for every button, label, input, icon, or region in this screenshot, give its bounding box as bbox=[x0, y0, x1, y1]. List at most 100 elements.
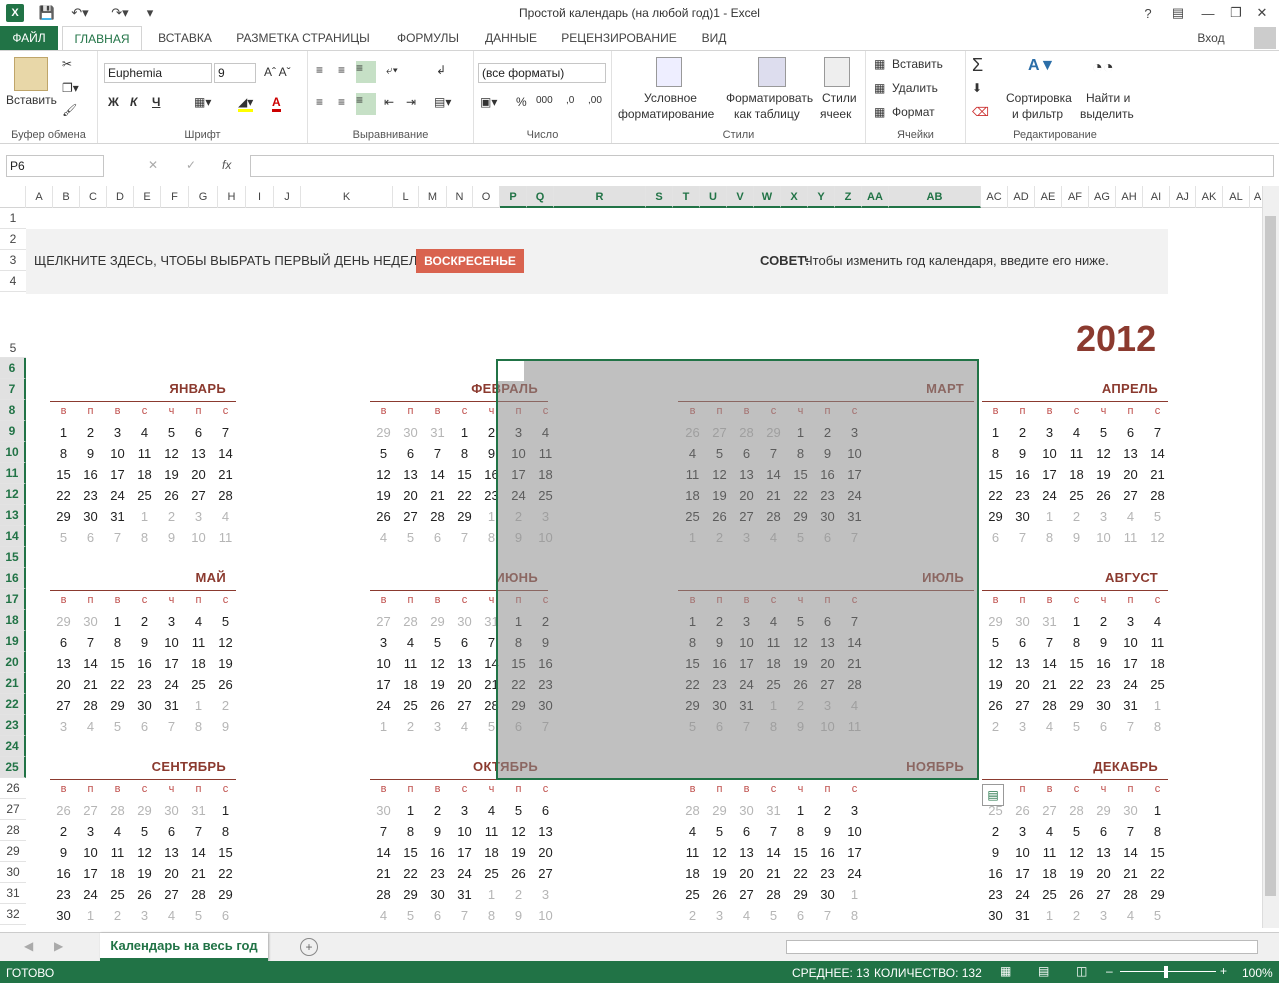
day-cell[interactable]: 23 bbox=[814, 866, 841, 881]
day-cell[interactable]: 27 bbox=[451, 698, 478, 713]
column-header[interactable]: AA bbox=[862, 186, 889, 208]
row-header[interactable]: 22 bbox=[0, 694, 26, 715]
day-cell[interactable]: 8 bbox=[478, 908, 505, 923]
day-cell[interactable]: 20 bbox=[451, 677, 478, 692]
day-cell[interactable]: 4 bbox=[131, 425, 158, 440]
user-avatar[interactable] bbox=[1254, 27, 1276, 49]
day-cell[interactable]: 3 bbox=[1009, 719, 1036, 734]
day-cell[interactable]: 4 bbox=[370, 908, 397, 923]
day-cell[interactable]: 31 bbox=[760, 803, 787, 818]
day-cell[interactable]: 12 bbox=[1063, 845, 1090, 860]
day-cell[interactable]: 29 bbox=[982, 509, 1009, 524]
day-cell[interactable]: 17 bbox=[1036, 467, 1063, 482]
day-cell[interactable]: 26 bbox=[982, 698, 1009, 713]
day-cell[interactable]: 24 bbox=[1009, 887, 1036, 902]
day-cell[interactable]: 16 bbox=[77, 467, 104, 482]
day-cell[interactable]: 12 bbox=[158, 446, 185, 461]
day-cell[interactable]: 6 bbox=[451, 635, 478, 650]
column-header[interactable]: R bbox=[554, 186, 646, 208]
zoom-slider[interactable] bbox=[1120, 971, 1216, 972]
align-top-icon[interactable]: ≡ bbox=[316, 63, 323, 77]
day-cell[interactable]: 3 bbox=[1009, 824, 1036, 839]
day-cell[interactable]: 14 bbox=[1117, 845, 1144, 860]
day-cell[interactable]: 13 bbox=[1117, 446, 1144, 461]
day-cell[interactable]: 13 bbox=[451, 656, 478, 671]
day-cell[interactable]: 24 bbox=[158, 677, 185, 692]
day-cell[interactable]: 23 bbox=[50, 887, 77, 902]
day-cell[interactable]: 23 bbox=[131, 677, 158, 692]
column-header[interactable]: AG bbox=[1089, 186, 1116, 208]
copy-icon[interactable]: ❐▾ bbox=[62, 81, 79, 95]
underline-button[interactable]: Ч bbox=[152, 95, 160, 109]
orientation-icon[interactable]: ⤶▾ bbox=[386, 63, 398, 78]
day-cell[interactable]: 19 bbox=[131, 866, 158, 881]
borders-icon[interactable]: ▦▾ bbox=[194, 95, 211, 109]
day-cell[interactable]: 26 bbox=[158, 488, 185, 503]
day-cell[interactable]: 19 bbox=[1063, 866, 1090, 881]
day-cell[interactable]: 18 bbox=[679, 866, 706, 881]
day-cell[interactable]: 19 bbox=[158, 467, 185, 482]
day-cell[interactable]: 1 bbox=[841, 887, 868, 902]
row-header[interactable]: 25 bbox=[0, 757, 26, 778]
day-cell[interactable]: 16 bbox=[50, 866, 77, 881]
day-cell[interactable]: 12 bbox=[1144, 530, 1171, 545]
day-cell[interactable]: 8 bbox=[1063, 635, 1090, 650]
day-cell[interactable]: 28 bbox=[370, 887, 397, 902]
row-header[interactable]: 30 bbox=[0, 862, 26, 883]
day-cell[interactable]: 27 bbox=[185, 488, 212, 503]
day-cell[interactable]: 22 bbox=[1144, 866, 1171, 881]
day-cell[interactable]: 28 bbox=[1036, 698, 1063, 713]
day-cell[interactable]: 3 bbox=[77, 824, 104, 839]
column-header[interactable]: AL bbox=[1223, 186, 1250, 208]
paste-button[interactable]: Вставить bbox=[6, 93, 57, 107]
first-day-button[interactable]: ВОСКРЕСЕНЬЕ bbox=[416, 249, 524, 273]
day-cell[interactable]: 3 bbox=[104, 425, 131, 440]
day-cell[interactable]: 11 bbox=[1117, 530, 1144, 545]
day-cell[interactable]: 2 bbox=[1063, 509, 1090, 524]
day-cell[interactable]: 11 bbox=[397, 656, 424, 671]
day-cell[interactable]: 11 bbox=[478, 824, 505, 839]
year-cell[interactable]: 2012 bbox=[1076, 318, 1156, 360]
day-cell[interactable]: 30 bbox=[131, 698, 158, 713]
day-cell[interactable]: 12 bbox=[982, 656, 1009, 671]
day-cell[interactable]: 31 bbox=[424, 425, 451, 440]
day-cell[interactable]: 5 bbox=[1090, 425, 1117, 440]
day-cell[interactable]: 3 bbox=[185, 509, 212, 524]
day-cell[interactable]: 13 bbox=[532, 824, 559, 839]
day-cell[interactable]: 6 bbox=[532, 803, 559, 818]
day-cell[interactable]: 30 bbox=[370, 803, 397, 818]
day-cell[interactable]: 5 bbox=[397, 908, 424, 923]
column-header[interactable]: U bbox=[700, 186, 727, 208]
day-cell[interactable]: 27 bbox=[397, 509, 424, 524]
day-cell[interactable]: 25 bbox=[1036, 887, 1063, 902]
day-cell[interactable]: 26 bbox=[1063, 887, 1090, 902]
align-bottom-icon[interactable]: ≡ bbox=[356, 61, 376, 83]
day-cell[interactable]: 1 bbox=[1144, 698, 1171, 713]
day-cell[interactable]: 21 bbox=[424, 488, 451, 503]
normal-view-icon[interactable]: ▦ bbox=[1000, 964, 1011, 978]
day-cell[interactable]: 7 bbox=[1009, 530, 1036, 545]
day-cell[interactable]: 21 bbox=[760, 866, 787, 881]
tab-data[interactable]: ДАННЫЕ bbox=[478, 26, 544, 50]
cell-styles-line1[interactable]: Стили bbox=[822, 91, 857, 105]
day-cell[interactable]: 26 bbox=[50, 803, 77, 818]
tab-home[interactable]: ГЛАВНАЯ bbox=[62, 26, 142, 51]
day-cell[interactable]: 29 bbox=[451, 509, 478, 524]
day-cell[interactable]: 10 bbox=[1117, 635, 1144, 650]
column-header[interactable]: H bbox=[218, 186, 246, 208]
day-cell[interactable]: 10 bbox=[158, 635, 185, 650]
day-cell[interactable]: 24 bbox=[77, 887, 104, 902]
day-cell[interactable]: 1 bbox=[787, 803, 814, 818]
day-cell[interactable]: 10 bbox=[370, 656, 397, 671]
align-right-icon[interactable]: ≡ bbox=[356, 93, 376, 115]
day-cell[interactable]: 29 bbox=[50, 614, 77, 629]
page-break-icon[interactable]: ◫ bbox=[1076, 964, 1087, 978]
day-cell[interactable]: 12 bbox=[1090, 446, 1117, 461]
row-header[interactable]: 19 bbox=[0, 631, 26, 652]
day-cell[interactable]: 1 bbox=[1036, 908, 1063, 923]
day-cell[interactable]: 9 bbox=[158, 530, 185, 545]
day-cell[interactable]: 5 bbox=[185, 908, 212, 923]
tab-page-layout[interactable]: РАЗМЕТКА СТРАНИЦЫ bbox=[228, 26, 378, 50]
day-cell[interactable]: 6 bbox=[1009, 635, 1036, 650]
day-cell[interactable]: 2 bbox=[212, 698, 239, 713]
